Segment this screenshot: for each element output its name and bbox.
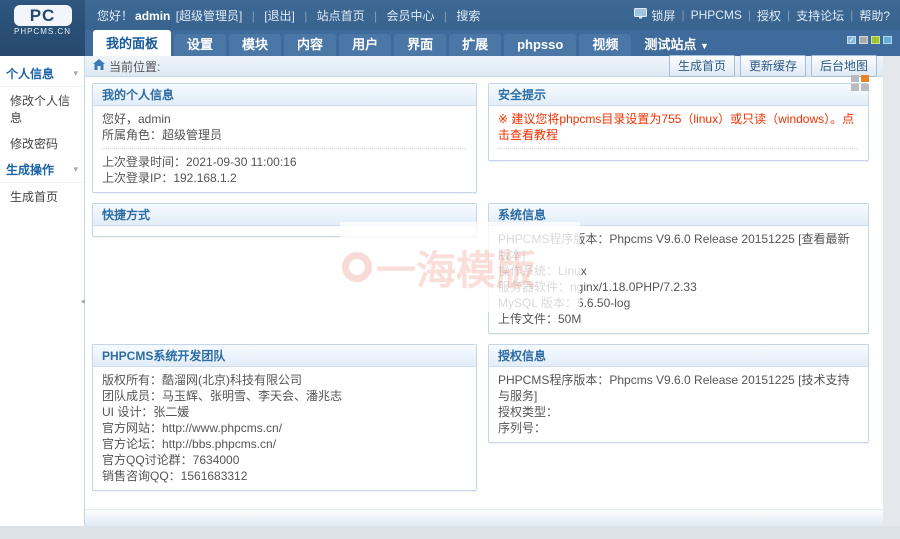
update-cache-button[interactable]: 更新缓存 xyxy=(740,55,806,77)
chevron-down-icon: ▼ xyxy=(700,41,709,51)
sysinfo-mysql: MySQL 版本：5.6.50-log xyxy=(498,295,859,311)
profile-greeting: 您好，admin xyxy=(102,111,467,127)
breadcrumb: 当前位置: xyxy=(93,58,160,75)
team-copyright: 版权所有：酷溜网(北京)科技有限公司 xyxy=(102,372,467,388)
team-members: 团队成员：马玉辉、张明雪、李天会、潘兆志 xyxy=(102,388,467,404)
sidebar-item-change-password[interactable]: 修改密码 xyxy=(0,130,84,156)
panel-system-info: 系统信息 PHPCMS程序版本：Phpcms V9.6.0 Release 20… xyxy=(488,203,869,334)
panel-my-profile: 我的个人信息 您好，admin 所属角色：超级管理员 上次登录时间：2021-0… xyxy=(92,83,477,193)
team-official-forum[interactable]: 官方论坛：http://bbs.phpcms.cn/ xyxy=(102,436,467,452)
support-forum-link[interactable]: 支持论坛 xyxy=(796,7,844,24)
panel-dev-team: PHPCMS系统开发团队 版权所有：酷溜网(北京)科技有限公司 团队成员：马玉辉… xyxy=(92,344,477,491)
greeting-label: 您好！ xyxy=(97,9,133,23)
main-area: 当前位置: 生成首页 更新缓存 后台地图 我的个人信息 您好，admin 所属角… xyxy=(85,56,883,526)
profile-role: 所属角色：超级管理员 xyxy=(102,127,467,143)
panel-security-tips: 安全提示 ※ 建议您将phpcms目录设置为755（linux）或只读（wind… xyxy=(488,83,869,161)
theme-lightblue[interactable] xyxy=(883,36,892,44)
role-label: [超级管理员] xyxy=(176,9,243,23)
license-link[interactable]: 授权 xyxy=(757,7,781,24)
panel-license-info: 授权信息 PHPCMS程序版本：Phpcms V9.6.0 Release 20… xyxy=(488,344,869,443)
sysinfo-os: 操作系统：Linux xyxy=(498,263,859,279)
team-official-site[interactable]: 官方网站：http://www.phpcms.cn/ xyxy=(102,420,467,436)
sysinfo-server: 服务器软件：nginx/1.18.0PHP/7.2.33 xyxy=(498,279,859,295)
tab-settings[interactable]: 设置 xyxy=(174,34,226,56)
collapse-arrow-icon: ▾ xyxy=(73,164,78,175)
license-version[interactable]: PHPCMS程序版本：Phpcms V9.6.0 Release 2015122… xyxy=(498,372,859,404)
tab-phpsso[interactable]: phpsso xyxy=(504,34,576,56)
phpcms-logo: PC PHPCMS.CN xyxy=(0,0,85,56)
sidebar-group-generate[interactable]: 生成操作 ▾ xyxy=(0,156,84,183)
license-type: 授权类型： xyxy=(498,404,859,420)
last-login-ip: 上次登录IP：192.168.1.2 xyxy=(102,170,467,186)
content-footer-strip xyxy=(85,509,883,526)
tab-content[interactable]: 内容 xyxy=(284,34,336,56)
user-info: 您好！admin [超级管理员] | [退出] | 站点首页 | 会员中心 | … xyxy=(97,7,480,24)
last-login-time: 上次登录时间：2021-09-30 11:00:16 xyxy=(102,154,467,170)
sysinfo-version[interactable]: PHPCMS程序版本：Phpcms V9.6.0 Release 2015122… xyxy=(498,231,859,263)
theme-blue-selected[interactable]: ✓ xyxy=(847,36,856,44)
dashboard-content: 我的个人信息 您好，admin 所属角色：超级管理员 上次登录时间：2021-0… xyxy=(85,77,883,509)
quick-actions: 生成首页 更新缓存 后台地图 xyxy=(669,55,877,77)
team-sales-qq: 销售咨询QQ：1561683312 xyxy=(102,468,467,484)
panel-title: 系统信息 xyxy=(489,204,868,226)
dashboard-widgets-icon[interactable] xyxy=(851,75,869,91)
topbar-right-links: 锁屏 | PHPCMS | 授权 | 支持论坛 | 帮助? xyxy=(634,7,890,24)
right-gutter xyxy=(883,56,900,526)
monitor-icon xyxy=(634,8,647,22)
search-link[interactable]: 搜索 xyxy=(456,9,480,23)
team-qq-group: 官方QQ讨论群：7634000 xyxy=(102,452,467,468)
sidebar-group-personal-info[interactable]: 个人信息 ▾ xyxy=(0,60,84,87)
divider xyxy=(498,148,859,149)
site-home-link[interactable]: 站点首页 xyxy=(317,9,365,23)
panel-title: 授权信息 xyxy=(489,345,868,367)
panel-title: PHPCMS系统开发团队 xyxy=(93,345,476,367)
tab-video[interactable]: 视频 xyxy=(579,34,631,56)
panel-title: 我的个人信息 xyxy=(93,84,476,106)
team-ui-designer: UI 设计：张二媛 xyxy=(102,404,467,420)
main-nav: 我的面板 设置 模块 内容 用户 界面 扩展 phpsso 视频 测试站点 ▼ … xyxy=(85,30,900,56)
breadcrumb-bar: 当前位置: 生成首页 更新缓存 后台地图 xyxy=(85,56,883,77)
theme-green[interactable] xyxy=(871,36,880,44)
logout-link[interactable]: [退出] xyxy=(264,9,295,23)
admin-map-button[interactable]: 后台地图 xyxy=(811,55,877,77)
sidebar-item-edit-profile[interactable]: 修改个人信息 xyxy=(0,87,84,130)
generate-home-button[interactable]: 生成首页 xyxy=(669,55,735,77)
panel-shortcuts: 快捷方式 xyxy=(92,203,477,237)
security-warning[interactable]: ※ 建议您将phpcms目录设置为755（linux）或只读（windows）。… xyxy=(498,111,859,143)
tab-my-panel[interactable]: 我的面板 xyxy=(93,30,171,56)
tab-interface[interactable]: 界面 xyxy=(394,34,446,56)
breadcrumb-label: 当前位置: xyxy=(109,58,160,75)
sidebar-item-generate-home[interactable]: 生成首页 xyxy=(0,183,84,209)
username: admin xyxy=(135,9,170,23)
theme-color-switcher: ✓ xyxy=(847,36,892,44)
collapse-arrow-icon: ▾ xyxy=(73,68,78,79)
license-serial: 序列号： xyxy=(498,420,859,436)
panel-title: 安全提示 xyxy=(489,84,868,106)
phpcms-admin-dashboard: PC PHPCMS.CN 您好！admin [超级管理员] | [退出] | 站… xyxy=(0,0,900,539)
shortcuts-empty-body xyxy=(93,226,476,236)
home-icon xyxy=(93,59,105,73)
divider xyxy=(102,148,467,149)
tab-modules[interactable]: 模块 xyxy=(229,34,281,56)
theme-gray[interactable] xyxy=(859,36,868,44)
logo-subtext: PHPCMS.CN xyxy=(0,27,85,36)
sysinfo-upload: 上传文件：50M xyxy=(498,311,859,327)
site-selector[interactable]: 测试站点 ▼ xyxy=(634,34,719,56)
logo-badge: PC xyxy=(14,5,72,26)
panel-title: 快捷方式 xyxy=(93,204,476,226)
lock-screen-link[interactable]: 锁屏 xyxy=(651,7,675,24)
tab-extensions[interactable]: 扩展 xyxy=(449,34,501,56)
tab-users[interactable]: 用户 xyxy=(339,34,391,56)
topbar-user-row: 您好！admin [超级管理员] | [退出] | 站点首页 | 会员中心 | … xyxy=(85,0,900,30)
help-link[interactable]: 帮助? xyxy=(859,7,890,24)
sidebar: 个人信息 ▾ 修改个人信息 修改密码 生成操作 ▾ 生成首页 ◂ xyxy=(0,56,85,526)
member-center-link[interactable]: 会员中心 xyxy=(387,9,435,23)
phpcms-link[interactable]: PHPCMS xyxy=(691,8,742,22)
topbar: PC PHPCMS.CN 您好！admin [超级管理员] | [退出] | 站… xyxy=(0,0,900,56)
